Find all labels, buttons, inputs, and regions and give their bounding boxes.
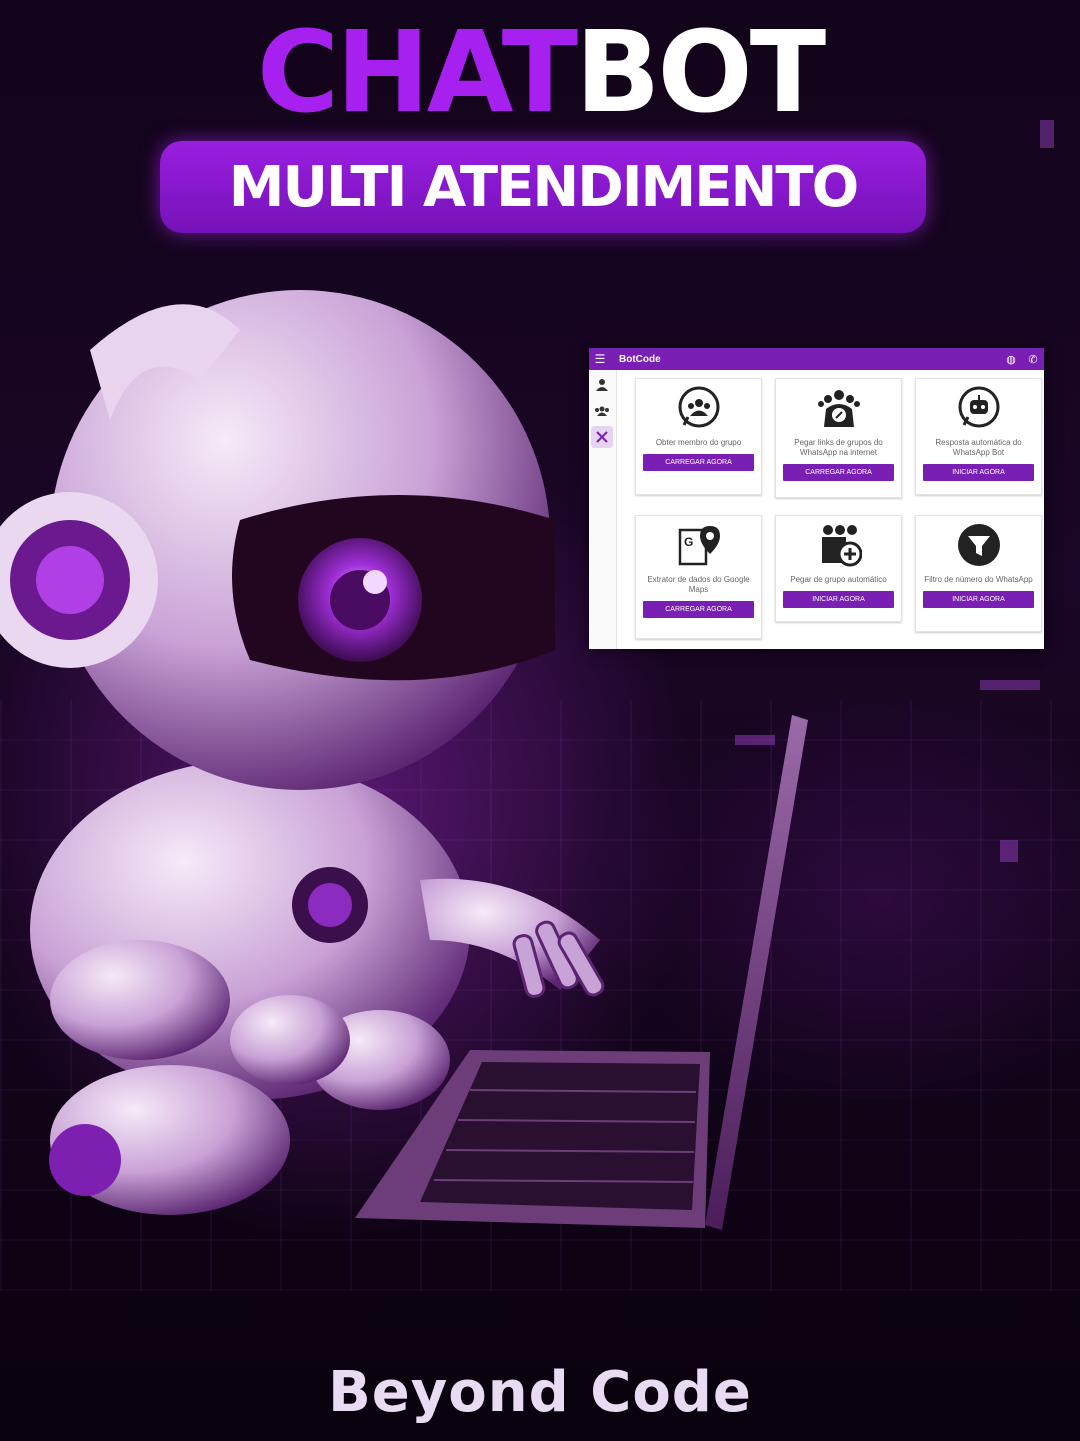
- card-auto-group: Pegar de grupo automático INICIAR AGORA: [775, 515, 902, 622]
- card-number-filter: Filtro de número do WhatsApp INICIAR AGO…: [915, 515, 1042, 632]
- card-group-members: Obter membro do grupo CARREGAR AGORA: [635, 378, 762, 495]
- iniciar-agora-button[interactable]: INICIAR AGORA: [923, 464, 1034, 481]
- card-google-maps: G Extrator de dados do Google Maps CARRE…: [635, 515, 762, 639]
- svg-text:G: G: [684, 535, 693, 549]
- iniciar-agora-button[interactable]: INICIAR AGORA: [783, 591, 894, 608]
- carregar-agora-button[interactable]: CARREGAR AGORA: [643, 601, 754, 618]
- group-link-icon: [817, 390, 860, 427]
- hamburger-icon[interactable]: ☰: [589, 352, 611, 366]
- background-light: [980, 680, 1040, 690]
- app-title: BotCode: [619, 353, 661, 365]
- user-icon: [596, 379, 608, 391]
- sidebar: [589, 370, 617, 649]
- background-light: [1000, 840, 1018, 862]
- brand-name: Beyond Code: [328, 1360, 752, 1425]
- whatsapp-icon[interactable]: ✆: [1022, 353, 1044, 366]
- card-label: Pegar de grupo automático: [790, 575, 887, 584]
- card-group-links: Pegar links de grupos do WhatsApp na int…: [775, 378, 902, 498]
- app-header: ☰ BotCode ◍ ✆: [589, 348, 1044, 370]
- sidebar-item-tools[interactable]: [591, 426, 613, 448]
- laptop-screen: [705, 715, 808, 1230]
- sidebar-item-users[interactable]: [591, 400, 613, 422]
- users-icon: [595, 406, 609, 416]
- subtitle: MULTI ATENDIMENTO: [228, 154, 859, 220]
- tools-icon: [596, 431, 608, 443]
- app-window: ☰ BotCode ◍ ✆ Obter membro do grupo CARR…: [589, 348, 1044, 649]
- headline-chat: CHAT: [256, 8, 578, 138]
- headline-bot: BOT: [575, 8, 826, 138]
- filter-icon: [957, 524, 1000, 566]
- bot-chat-icon: [958, 386, 999, 428]
- globe-icon[interactable]: ◍: [1000, 353, 1022, 366]
- card-label: Filtro de número do WhatsApp: [924, 575, 1033, 584]
- subtitle-pill: MULTI ATENDIMENTO: [160, 141, 926, 233]
- sidebar-item-user[interactable]: [591, 374, 613, 396]
- group-chat-icon: [678, 386, 719, 428]
- robot-hand: [230, 995, 350, 1085]
- iniciar-agora-button[interactable]: INICIAR AGORA: [923, 591, 1034, 608]
- google-maps-icon: G: [678, 526, 720, 566]
- card-label: Resposta automática do WhatsApp Bot: [935, 438, 1022, 457]
- card-label: Pegar links de grupos do WhatsApp na int…: [794, 438, 883, 457]
- headline: CHATBOT: [0, 8, 1080, 138]
- carregar-agora-button[interactable]: CARREGAR AGORA: [783, 464, 894, 481]
- carregar-agora-button[interactable]: CARREGAR AGORA: [643, 454, 754, 471]
- card-label: Obter membro do grupo: [655, 438, 742, 447]
- card-label: Extrator de dados do Google Maps: [647, 575, 750, 594]
- robot-arm: [50, 940, 230, 1060]
- card-auto-reply: Resposta automática do WhatsApp Bot INIC…: [915, 378, 1042, 495]
- group-add-icon: [821, 525, 862, 567]
